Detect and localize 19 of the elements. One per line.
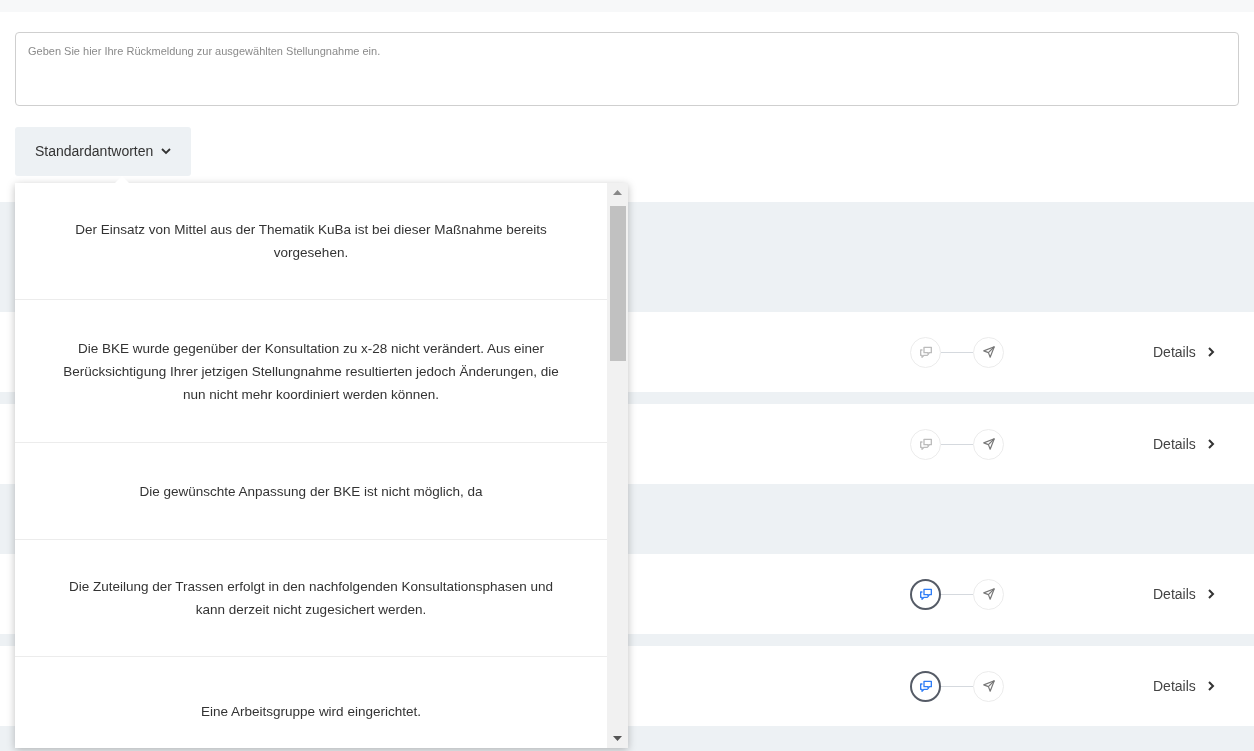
chevron-right-icon [1207, 439, 1215, 449]
chevron-right-icon [1207, 589, 1215, 599]
details-link[interactable]: Details [1153, 433, 1215, 455]
send-icon [973, 578, 1004, 610]
send-icon [973, 428, 1004, 460]
chevron-right-icon [1207, 347, 1215, 357]
send-icon [973, 336, 1004, 368]
scroll-down-icon[interactable] [613, 736, 622, 741]
scrollbar[interactable] [607, 183, 628, 748]
feedback-field[interactable]: Geben Sie hier Ihre Rückmeldung zur ausgewählten Stellungnahme ein. [15, 32, 1239, 106]
standard-answers-dropdown[interactable]: Standardantworten [15, 127, 192, 176]
scroll-up-icon[interactable] [613, 190, 622, 195]
scrollbar-thumb[interactable] [609, 206, 626, 361]
details-link[interactable]: Details [1153, 675, 1215, 697]
details-link[interactable]: Details [1153, 583, 1215, 605]
details-link[interactable]: Details [1153, 341, 1215, 363]
chevron-down-icon [161, 148, 172, 155]
send-icon [973, 670, 1004, 702]
chevron-right-icon [1207, 681, 1215, 691]
